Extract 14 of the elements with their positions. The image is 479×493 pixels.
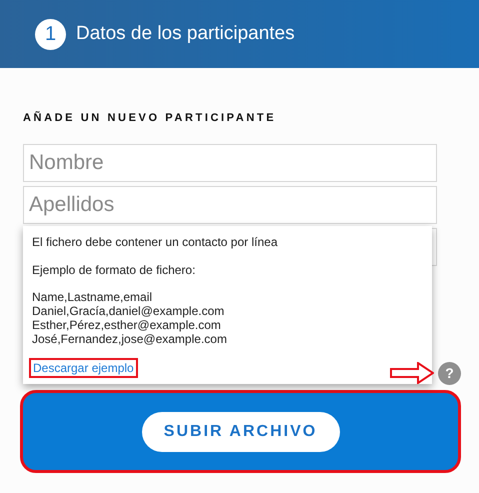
- input-field[interactable]: Nombre: [23, 144, 437, 182]
- example-line: Esther,Pérez,esther@example.com: [32, 318, 222, 332]
- section-title: AÑADE UN NUEVO PARTICIPANTE: [23, 112, 278, 124]
- help-icon[interactable]: ?: [438, 362, 461, 384]
- tooltip-text: El fichero debe contener un contacto por línea: [32, 234, 278, 250]
- input-field[interactable]: Apellidos: [23, 186, 437, 224]
- example-line: Daniel,Gracía,daniel@example.com: [32, 304, 226, 318]
- upload-button[interactable]: SUBIR ARCHIVO: [142, 412, 340, 452]
- download-link[interactable]: Descargar ejemplo: [29, 358, 138, 378]
- page-title: Datos de los participantes: [76, 23, 295, 45]
- example-line: José,Fernandez,jose@example.com: [32, 332, 227, 346]
- example-line: Name,Lastname,email: [32, 290, 154, 304]
- tooltip-text: Ejemplo de formato de fichero:: [32, 262, 196, 278]
- step-number: 1: [35, 18, 66, 50]
